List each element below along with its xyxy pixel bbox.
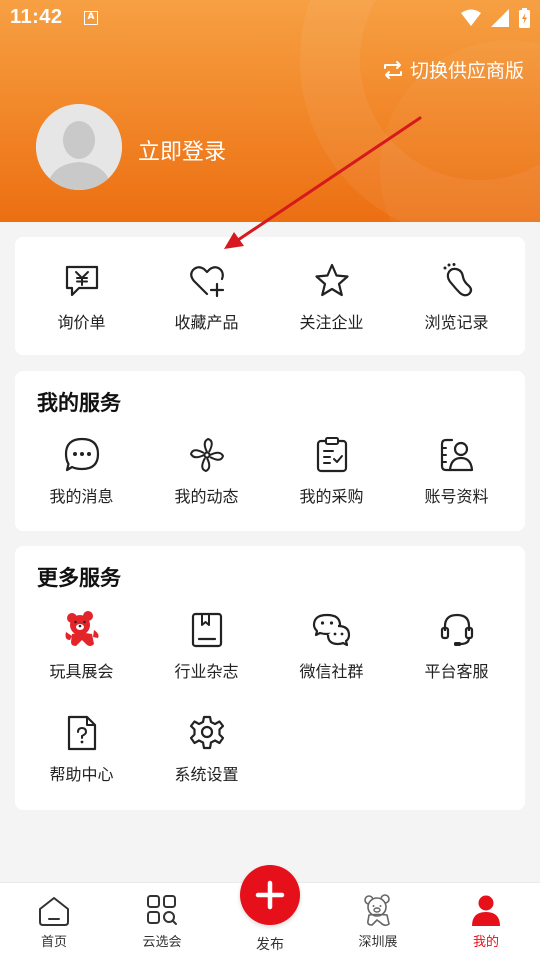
user-icon [472, 895, 500, 926]
grid-search-icon [147, 895, 177, 925]
swap-icon [383, 60, 402, 79]
login-button[interactable]: 立即登录 [138, 134, 226, 166]
status-bar: 11:42 A [0, 0, 540, 36]
headset-icon [440, 613, 473, 646]
profile-header: 11:42 A 切换供应商版 立即登录 [0, 0, 540, 222]
signal-icon [491, 9, 509, 27]
nav-label: 深圳展 [358, 935, 398, 950]
switch-supplier-label: 切换供应商版 [409, 60, 524, 82]
status-icons [461, 8, 530, 28]
quick-action-favorites[interactable]: 收藏产品 [143, 261, 270, 333]
service-label: 我的采购 [299, 487, 364, 506]
quick-action-follow[interactable]: 关注企业 [268, 261, 395, 333]
nav-mine[interactable]: 我的 [432, 883, 540, 950]
wifi-icon [461, 9, 481, 26]
service-label: 行业杂志 [174, 662, 239, 681]
pinwheel-icon [189, 438, 224, 472]
service-wechat-group[interactable]: 微信社群 [268, 610, 395, 682]
service-toy-fair[interactable]: 玩具展会 [18, 610, 145, 682]
nav-label: 我的 [472, 935, 499, 950]
magazine-icon [191, 612, 222, 648]
service-customer-support[interactable]: 平台客服 [393, 610, 520, 682]
my-services-card: 我的服务 我的消息 我的动态 我的采购 账号资料 [15, 371, 525, 531]
service-industry-magazine[interactable]: 行业杂志 [143, 610, 270, 682]
publish-label: 发布 [256, 937, 284, 953]
avatar[interactable] [36, 104, 122, 190]
service-label: 我的动态 [174, 487, 239, 506]
service-my-activity[interactable]: 我的动态 [143, 435, 270, 507]
service-label: 帮助中心 [49, 765, 114, 784]
service-help-center[interactable]: 帮助中心 [18, 713, 145, 785]
nav-label: 云选会 [142, 935, 182, 950]
toy-bear-icon [65, 611, 98, 646]
service-label: 平台客服 [424, 662, 489, 681]
footprint-icon [443, 263, 472, 297]
service-label: 微信社群 [299, 662, 364, 681]
home-icon [39, 897, 69, 926]
my-services-title: 我的服务 [37, 391, 121, 415]
quick-actions-card: 询价单 收藏产品 关注企业 浏览记录 [15, 237, 525, 355]
quick-action-history[interactable]: 浏览记录 [393, 261, 520, 333]
nav-shenzhen-expo[interactable]: 深圳展 [324, 883, 432, 950]
chat-bubble-icon [64, 437, 99, 472]
service-label: 玩具展会 [49, 662, 114, 681]
service-my-purchases[interactable]: 我的采购 [268, 435, 395, 507]
quick-action-inquiry[interactable]: 询价单 [18, 261, 145, 333]
status-time: 11:42 [10, 6, 63, 28]
quick-action-label: 询价单 [57, 313, 106, 332]
default-avatar-icon [36, 104, 122, 190]
publish-button[interactable] [240, 865, 300, 925]
battery-icon [519, 8, 530, 28]
quick-action-label: 关注企业 [299, 313, 364, 332]
inquiry-yen-icon [65, 265, 98, 297]
wechat-icon [312, 613, 350, 647]
nav-label: 首页 [40, 935, 67, 950]
star-icon [314, 263, 349, 297]
switch-supplier-button[interactable]: 切换供应商版 [382, 56, 524, 83]
gear-icon [189, 715, 224, 750]
profile-card-icon [440, 438, 473, 472]
notification-icon: A [84, 11, 98, 25]
nav-cloud-selection[interactable]: 云选会 [108, 883, 216, 950]
service-account-info[interactable]: 账号资料 [393, 435, 520, 507]
service-label: 我的消息 [49, 487, 114, 506]
service-my-messages[interactable]: 我的消息 [18, 435, 145, 507]
service-label: 账号资料 [424, 487, 489, 506]
service-label: 系统设置 [174, 765, 239, 784]
help-document-icon [67, 715, 96, 751]
more-services-card: 更多服务 玩具展会 行业杂志 微信社群 平台客服 帮助中心 系统设置 [15, 546, 525, 810]
service-system-settings[interactable]: 系统设置 [143, 713, 270, 785]
nav-home[interactable]: 首页 [0, 883, 108, 950]
clipboard-icon [316, 437, 347, 473]
more-services-title: 更多服务 [37, 566, 121, 590]
plus-icon [255, 880, 285, 910]
bear-icon [364, 894, 390, 927]
quick-action-label: 浏览记录 [424, 313, 489, 332]
heart-plus-icon [189, 266, 224, 298]
quick-action-label: 收藏产品 [174, 313, 239, 332]
